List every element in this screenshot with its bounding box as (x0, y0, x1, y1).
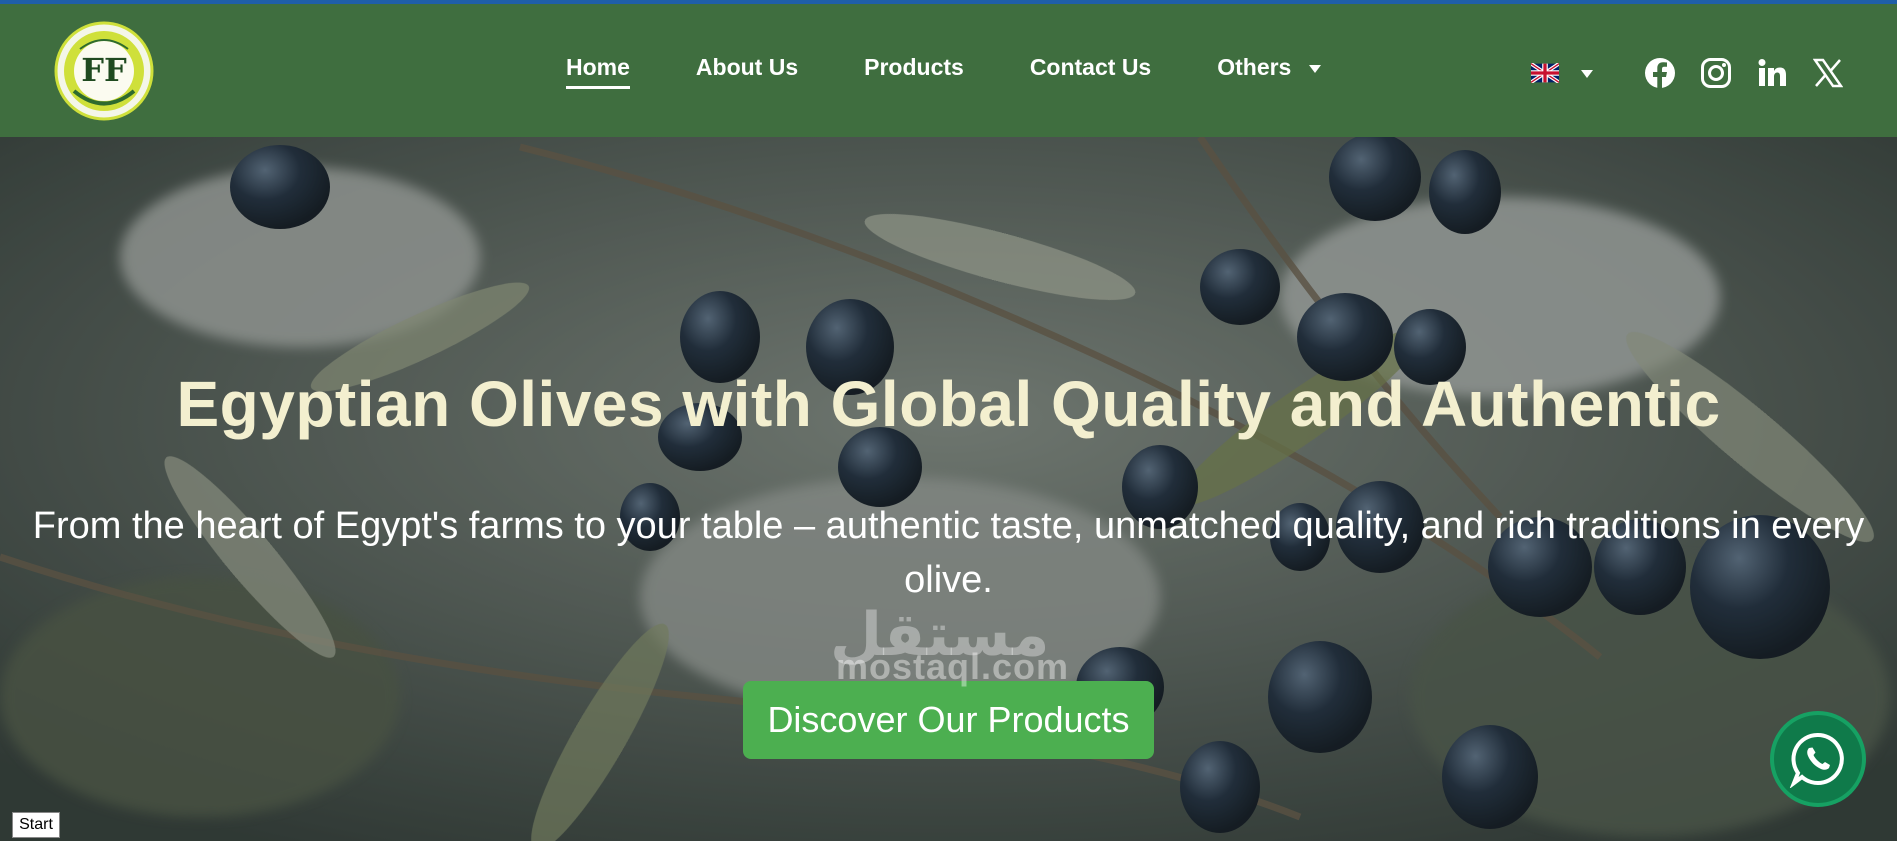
nav-contact-us[interactable]: Contact Us (1030, 54, 1151, 87)
language-switcher[interactable] (1531, 63, 1593, 83)
nav-others-dropdown[interactable]: Others (1217, 54, 1322, 87)
main-nav: Home About Us Products Contact Us Others (566, 54, 1387, 89)
hero-subtitle: From the heart of Egypt's farms to your … (32, 505, 1865, 601)
linkedin-icon[interactable] (1755, 56, 1789, 90)
nav-products[interactable]: Products (864, 54, 964, 87)
x-icon[interactable] (1811, 56, 1845, 90)
future-food-logo[interactable]: FF (54, 21, 154, 121)
hero-title: Egyptian Olives with Global Quality and … (176, 368, 1721, 440)
watermark-text: mostaql.com (836, 646, 1070, 687)
whatsapp-button[interactable] (1770, 711, 1866, 807)
logo-text: FF (81, 51, 127, 89)
hero-section: Egyptian Olives with Global Quality and … (0, 137, 1897, 841)
chevron-down-icon (1309, 64, 1322, 73)
site-header: FF Home About Us Products Contact Us Oth… (0, 4, 1897, 137)
whatsapp-icon (1789, 732, 1844, 788)
instagram-icon[interactable] (1699, 56, 1733, 90)
facebook-icon[interactable] (1643, 56, 1677, 90)
taskbar-start-button[interactable]: Start (12, 812, 60, 838)
discover-products-button[interactable]: Discover Our Products (743, 681, 1154, 759)
uk-flag-icon (1531, 63, 1559, 83)
nav-home[interactable]: Home (566, 54, 630, 89)
social-links (1643, 56, 1845, 90)
nav-about-us[interactable]: About Us (696, 54, 798, 87)
nav-others-label: Others (1217, 54, 1292, 80)
chevron-down-icon (1581, 70, 1593, 78)
